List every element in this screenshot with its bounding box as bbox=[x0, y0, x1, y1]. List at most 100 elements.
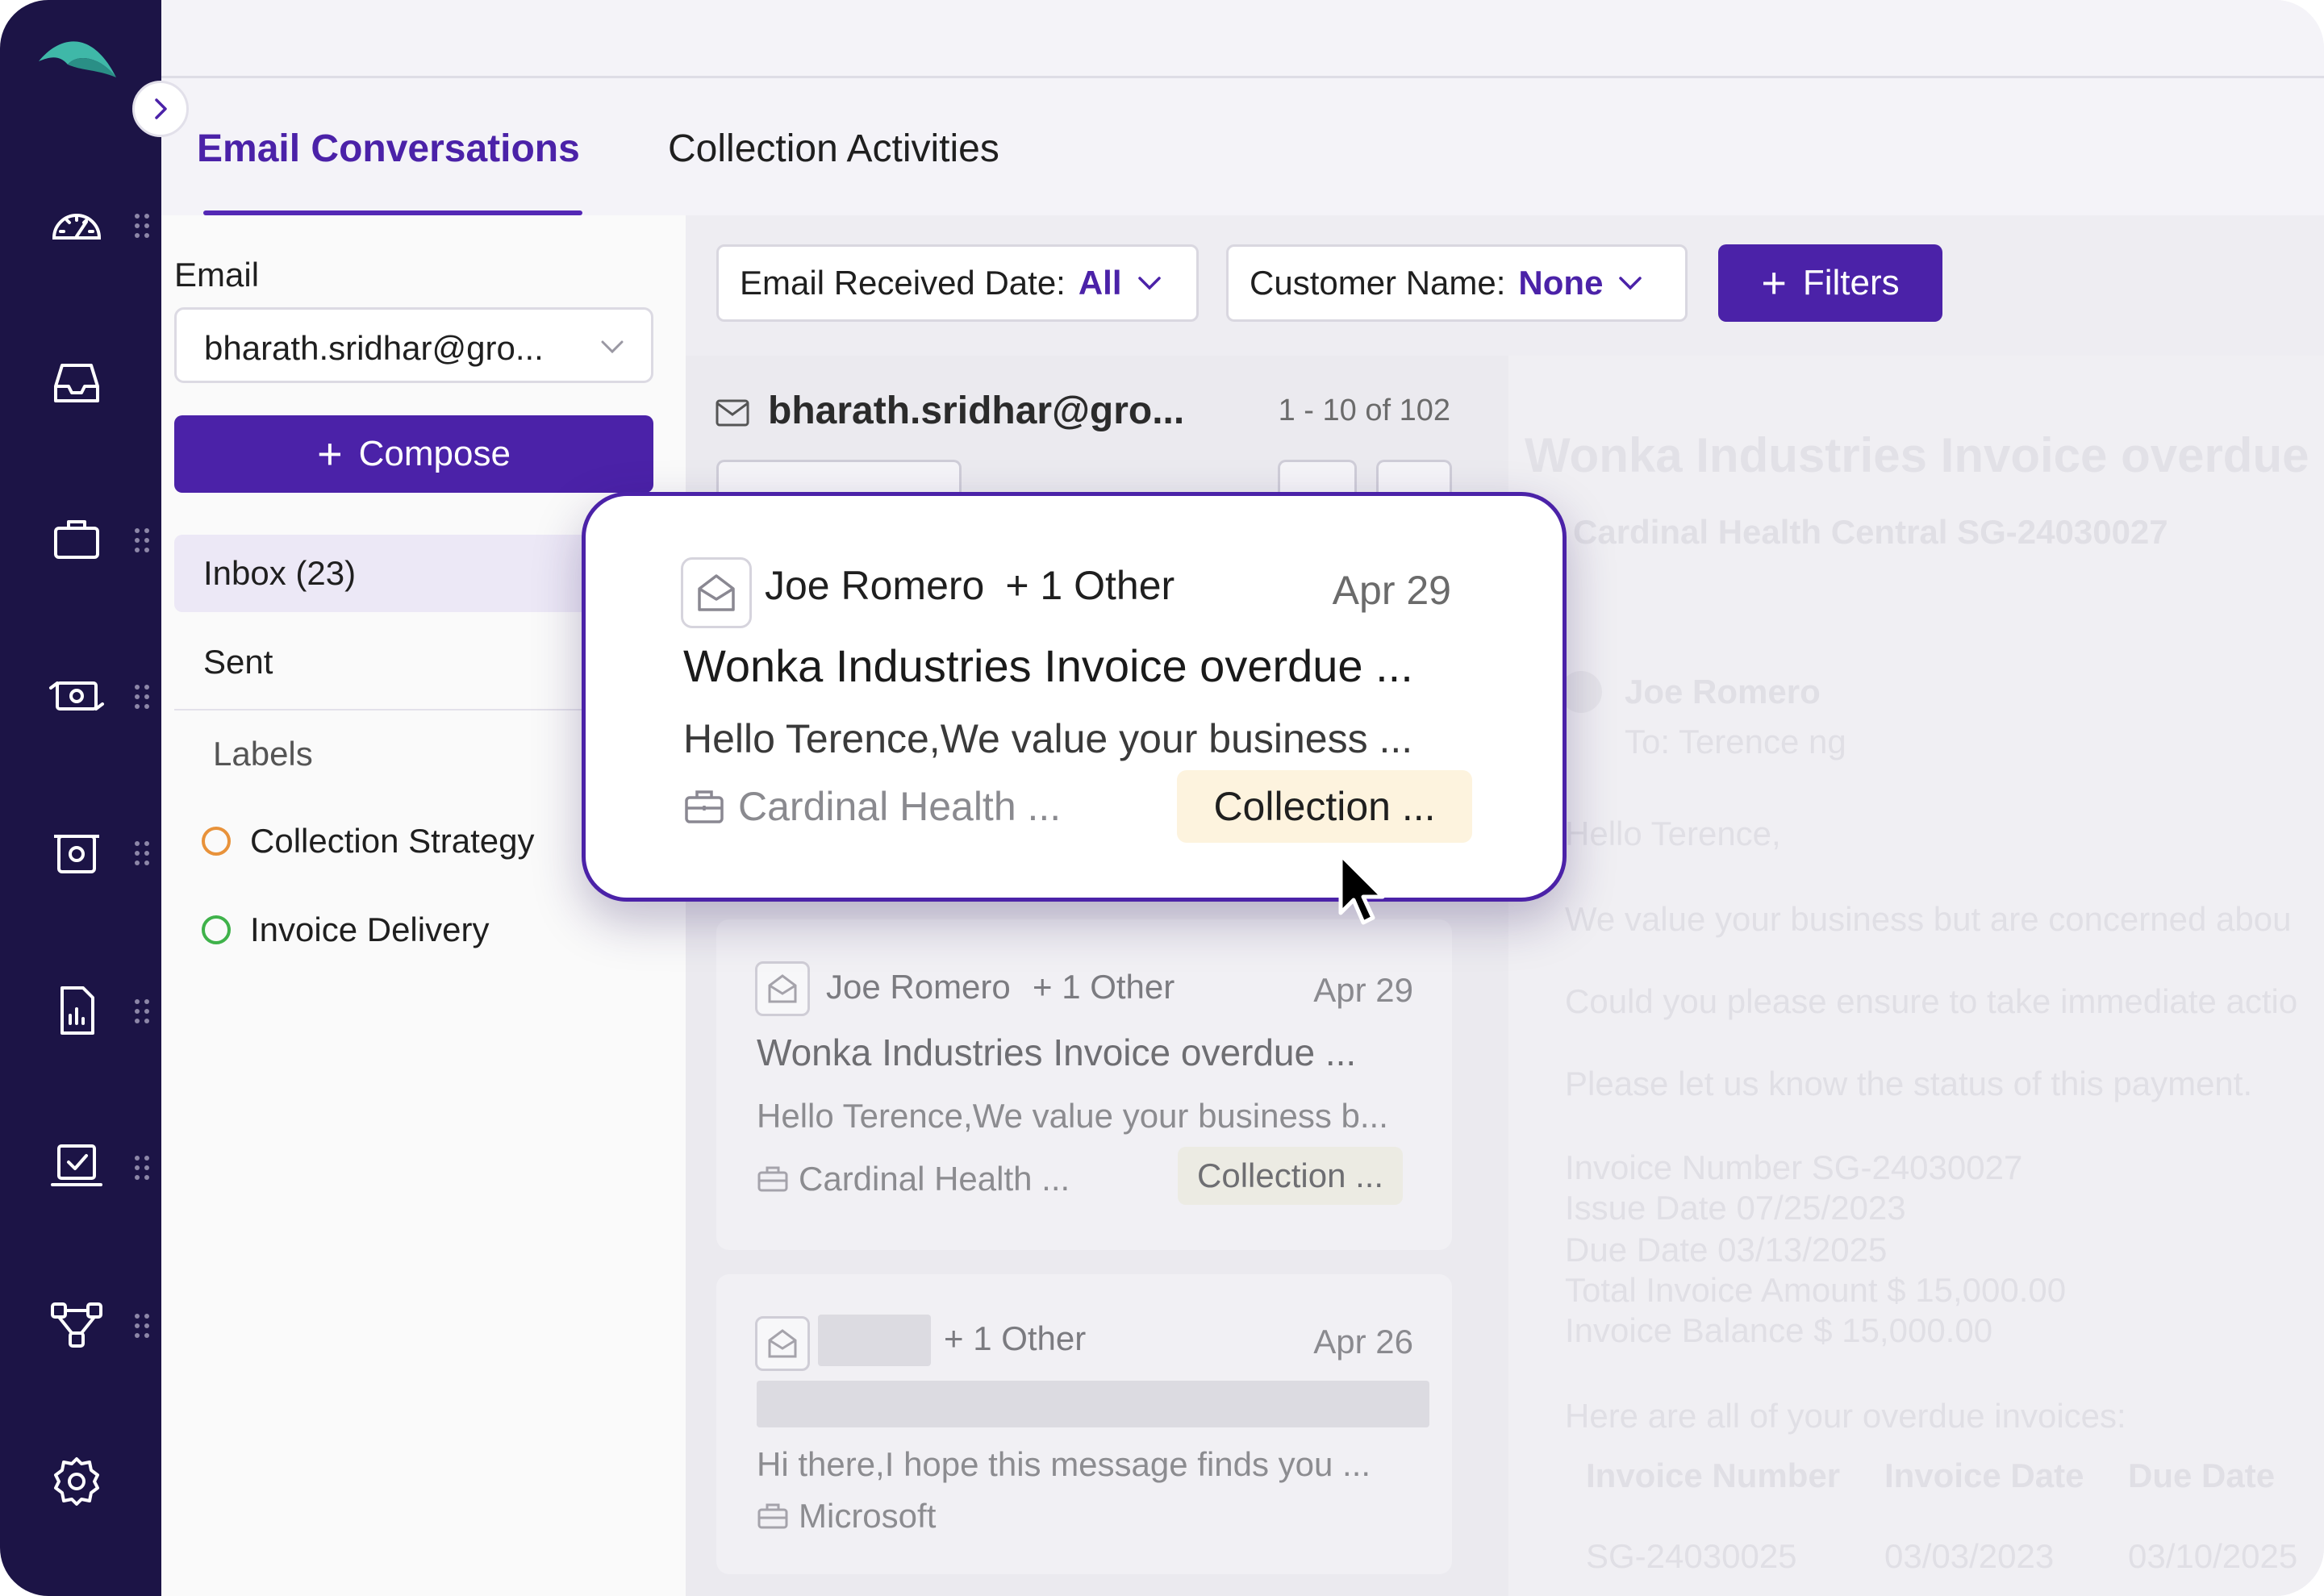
preview-body-line: Total Invoice Amount $ 15,000.00 bbox=[1565, 1271, 2067, 1309]
filter-bar: Email Received Date: All Customer Name: … bbox=[686, 215, 2324, 356]
folder-sent[interactable]: Sent bbox=[174, 623, 626, 701]
mouse-cursor-icon bbox=[1338, 852, 1385, 925]
company-name: Cardinal Health ... bbox=[799, 1160, 1070, 1198]
briefcase-icon[interactable] bbox=[44, 506, 110, 573]
label-tag: Collection ... bbox=[1177, 770, 1472, 843]
label-text: Invoice Delivery bbox=[250, 911, 490, 948]
logo-icon bbox=[39, 41, 116, 77]
preview-body-line: Here are all of your overdue invoices: bbox=[1565, 1397, 2126, 1435]
preview-body-line: Due Date 03/13/2025 bbox=[1565, 1231, 1888, 1269]
building-icon bbox=[685, 790, 724, 823]
sender-name: Joe Romero bbox=[826, 968, 1011, 1006]
other-recipients: + 1 Other bbox=[944, 1319, 1087, 1357]
table-header: Invoice Number bbox=[1586, 1456, 1841, 1494]
preview-sender: Joe Romero bbox=[1625, 673, 1821, 710]
table-cell: 03/10/2025 bbox=[2128, 1537, 2298, 1575]
payments-icon[interactable] bbox=[44, 663, 110, 729]
envelope-open-icon bbox=[681, 557, 752, 628]
drag-handle-icon[interactable] bbox=[132, 211, 152, 240]
folder-inbox[interactable]: Inbox (23) bbox=[174, 535, 626, 612]
chevron-right-icon bbox=[155, 98, 167, 119]
email-preview: Hello Terence,We value your business ... bbox=[683, 716, 1413, 761]
label-text: Collection Strategy bbox=[250, 822, 535, 860]
tab-email-conversations[interactable]: Email Conversations bbox=[197, 127, 580, 171]
received-date-value: All bbox=[1078, 264, 1122, 302]
list-item[interactable]: + 1 Other Apr 26 Hi there,I hope this me… bbox=[716, 1274, 1452, 1574]
tab-collection-activities[interactable]: Collection Activities bbox=[668, 127, 999, 171]
email-account-select[interactable]: bharath.sridhar@gro... bbox=[174, 307, 653, 383]
envelope-open-icon bbox=[755, 961, 810, 1016]
redacted-sender bbox=[818, 1315, 931, 1366]
filters-label: Filters bbox=[1802, 263, 1900, 302]
preview-body-line: We value your business but are concerned… bbox=[1565, 900, 2292, 938]
pagination-range: 1 - 10 of 102 bbox=[1278, 394, 1450, 427]
label-collection-strategy[interactable]: Collection Strategy bbox=[202, 822, 535, 861]
tab-bar: Email Conversations Collection Activitie… bbox=[161, 78, 2324, 215]
labels-heading: Labels bbox=[213, 735, 313, 773]
dashboard-icon[interactable] bbox=[44, 192, 110, 258]
label-tag: Collection ... bbox=[1178, 1147, 1404, 1205]
email-subject: Wonka Industries Invoice overdue ... bbox=[683, 640, 1413, 691]
preview-body-line: Issue Date 07/25/2023 bbox=[1565, 1189, 1906, 1227]
workflow-icon[interactable] bbox=[44, 1292, 110, 1358]
filters-button[interactable]: + Filters bbox=[1718, 244, 1942, 322]
email-preview: Hi there,I hope this message finds you .… bbox=[757, 1445, 1371, 1483]
list-header: bharath.sridhar@gro... 1 - 10 of 102 bbox=[710, 381, 1460, 445]
company-name: Microsoft bbox=[799, 1497, 937, 1535]
received-date-label: Email Received Date: bbox=[740, 264, 1066, 302]
plus-icon: + bbox=[1761, 259, 1787, 307]
email-date: Apr 26 bbox=[1313, 1323, 1413, 1361]
envelope-icon bbox=[716, 399, 749, 427]
preview-recipient: To: Terence ng bbox=[1625, 723, 1846, 760]
drag-handle-icon[interactable] bbox=[132, 682, 152, 711]
preview-body-line: Invoice Number SG-24030027 bbox=[1565, 1148, 2023, 1186]
email-preview: Hello Terence,We value your business b..… bbox=[757, 1097, 1388, 1135]
preview-customer: Cardinal Health Central SG-24030027 bbox=[1573, 513, 2168, 551]
collections-icon[interactable] bbox=[44, 819, 110, 886]
drag-handle-icon[interactable] bbox=[132, 839, 152, 868]
list-item[interactable]: Joe Romero + 1 Other Apr 29 Wonka Indust… bbox=[716, 919, 1452, 1250]
table-cell: 03/03/2023 bbox=[1884, 1537, 2055, 1575]
preview-body-line: Could you please ensure to take immediat… bbox=[1565, 982, 2298, 1020]
received-date-filter[interactable]: Email Received Date: All bbox=[716, 244, 1199, 322]
sender: Joe Romero + 1 Other bbox=[765, 562, 1175, 609]
customer-name-label: Customer Name: bbox=[1250, 264, 1506, 302]
other-recipients: + 1 Other bbox=[1033, 968, 1175, 1006]
plus-icon: + bbox=[317, 430, 343, 478]
divider bbox=[174, 709, 626, 710]
expand-sidebar-button[interactable] bbox=[132, 81, 189, 137]
email-field-label: Email bbox=[174, 256, 260, 294]
envelope-open-icon bbox=[755, 1316, 810, 1371]
other-recipients: + 1 Other bbox=[1005, 563, 1175, 608]
company: Cardinal Health ... bbox=[683, 783, 1061, 830]
table-cell: SG-24030025 bbox=[1586, 1537, 1797, 1575]
redacted-subject bbox=[757, 1381, 1429, 1427]
email-card-popover[interactable]: Joe Romero + 1 Other Apr 29 Wonka Industr… bbox=[582, 492, 1567, 902]
preview-body-line: Invoice Balance $ 15,000.00 bbox=[1565, 1311, 1993, 1349]
inbox-icon[interactable] bbox=[44, 350, 110, 416]
table-header: Due Date bbox=[2128, 1456, 2276, 1494]
chevron-down-icon bbox=[1619, 277, 1642, 290]
drag-handle-icon[interactable] bbox=[132, 526, 152, 555]
building-icon bbox=[757, 1503, 788, 1529]
reports-icon[interactable] bbox=[44, 977, 110, 1044]
email-date: Apr 29 bbox=[1313, 971, 1413, 1009]
circle-icon bbox=[202, 915, 231, 944]
drag-handle-icon[interactable] bbox=[132, 997, 152, 1026]
drag-handle-icon[interactable] bbox=[132, 1311, 152, 1340]
preview-body-line: Please let us know the status of this pa… bbox=[1565, 1065, 2253, 1102]
compose-label: Compose bbox=[358, 434, 511, 473]
tasks-icon[interactable] bbox=[44, 1134, 110, 1200]
preview-subject: Wonka Industries Invoice overdue n bbox=[1525, 428, 2324, 482]
building-icon bbox=[757, 1166, 788, 1192]
label-invoice-delivery[interactable]: Invoice Delivery bbox=[202, 911, 489, 949]
drag-handle-icon[interactable] bbox=[132, 1153, 152, 1182]
customer-name-value: None bbox=[1518, 264, 1604, 302]
email-account-value: bharath.sridhar@gro... bbox=[204, 329, 544, 367]
customer-name-filter[interactable]: Customer Name: None bbox=[1226, 244, 1688, 322]
table-header: Invoice Date bbox=[1884, 1456, 2084, 1494]
email-subject: Wonka Industries Invoice overdue ... bbox=[757, 1031, 1357, 1073]
settings-icon[interactable] bbox=[44, 1448, 110, 1515]
company-name: Cardinal Health ... bbox=[738, 784, 1062, 829]
compose-button[interactable]: + Compose bbox=[174, 415, 653, 493]
